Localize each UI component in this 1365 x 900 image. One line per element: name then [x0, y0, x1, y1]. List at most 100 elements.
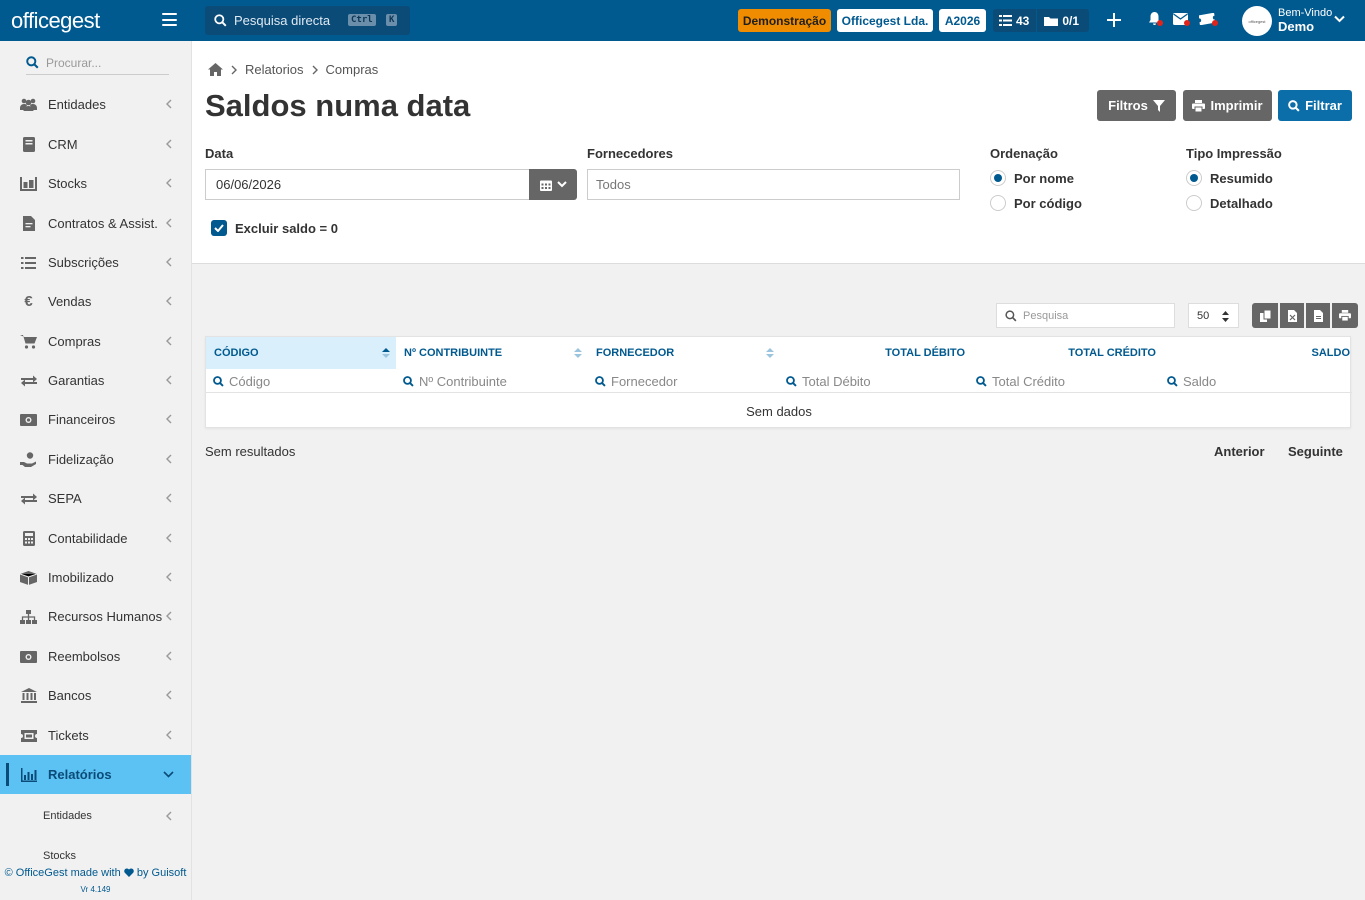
- chevron-down-icon[interactable]: [1334, 15, 1345, 23]
- avatar[interactable]: officegest: [1242, 6, 1272, 36]
- list-icon: [20, 255, 37, 271]
- company-badge[interactable]: Officegest Lda.: [837, 9, 933, 32]
- chevron-right-icon: [312, 65, 318, 74]
- heart-icon: [124, 868, 134, 877]
- sidebar-item-sepa[interactable]: SEPA: [0, 479, 191, 518]
- sidebar-item-financeiros[interactable]: Financeiros: [0, 400, 191, 439]
- sidebar-item-reembolsos[interactable]: Reembolsos: [0, 637, 191, 676]
- print-icon: [1339, 310, 1351, 321]
- sidebar-item-contratos-assist[interactable]: Contratos & Assist.: [0, 204, 191, 243]
- filter-total-credito[interactable]: Total Crédito: [976, 369, 1065, 393]
- exclude-zero-checkbox[interactable]: Excluir saldo = 0: [211, 220, 338, 236]
- exchange-icon: [20, 373, 37, 389]
- year-badge[interactable]: A2026: [939, 9, 986, 32]
- page-size-select[interactable]: 50: [1188, 303, 1239, 328]
- demo-badge[interactable]: Demonstração: [738, 9, 831, 32]
- filters-button[interactable]: Filtros: [1097, 90, 1176, 121]
- filter-button[interactable]: Filtrar: [1278, 90, 1352, 121]
- column-header-codigo[interactable]: CÓDIGO: [206, 337, 396, 369]
- table-search-input[interactable]: Pesquisa: [996, 303, 1175, 328]
- breadcrumb-item[interactable]: Relatorios: [245, 62, 304, 77]
- sort-updown-icon: [1222, 311, 1229, 322]
- add-icon[interactable]: [1107, 13, 1121, 27]
- sidebar-item-vendas[interactable]: € Vendas: [0, 282, 191, 321]
- sidebar-item-contabilidade[interactable]: Contabilidade: [0, 519, 191, 558]
- csv-button[interactable]: [1306, 303, 1330, 328]
- excel-button[interactable]: [1280, 303, 1304, 328]
- page-size-value: 50: [1197, 309, 1210, 322]
- chevron-left-icon: [166, 178, 172, 188]
- suppliers-label: Fornecedores: [587, 146, 673, 161]
- order-by-name-radio[interactable]: Por nome: [990, 170, 1074, 186]
- sidebar-item-fidelizacao[interactable]: Fidelização: [0, 440, 191, 479]
- filter-codigo[interactable]: Código: [213, 369, 270, 393]
- column-header-total-debito[interactable]: TOTAL DÉBITO: [780, 337, 971, 369]
- sidebar-item-crm[interactable]: CRM: [0, 125, 191, 164]
- search-icon: [1167, 375, 1178, 387]
- logo[interactable]: officegest: [0, 0, 191, 41]
- column-header-fornecedor[interactable]: FORNECEDOR: [588, 337, 780, 369]
- sidebar-item-stocks[interactable]: Stocks: [0, 164, 191, 203]
- print-icon: [1192, 99, 1206, 112]
- sidebar-item-label: Vendas: [48, 294, 92, 309]
- print-button[interactable]: Imprimir: [1183, 90, 1272, 121]
- date-picker-button[interactable]: [529, 169, 577, 200]
- filter-saldo[interactable]: Saldo: [1167, 369, 1216, 393]
- tasks-count: 43: [1016, 13, 1030, 28]
- filter-row: Código Nº Contribuinte Fornecedor Total …: [206, 369, 1352, 393]
- sidebar-subitem-entidades[interactable]: Entidades: [0, 801, 191, 831]
- search-icon: [214, 14, 227, 27]
- sidebar-item-imobilizado[interactable]: Imobilizado: [0, 558, 191, 597]
- messages-icon[interactable]: [1173, 12, 1191, 28]
- sidebar-item-label: Financeiros: [48, 412, 116, 427]
- table-print-button[interactable]: [1332, 303, 1358, 328]
- chevron-down-icon: [163, 771, 174, 778]
- print-type-summary-radio[interactable]: Resumido: [1186, 170, 1273, 186]
- home-icon[interactable]: [208, 63, 223, 76]
- org-chart-icon: [20, 609, 37, 625]
- sidebar-item-label: Stocks: [48, 176, 88, 191]
- filter-placeholder: Nº Contribuinte: [419, 373, 507, 389]
- sidebar-item-garantias[interactable]: Garantias: [0, 361, 191, 400]
- sidebar-item-label: Relatórios: [48, 767, 112, 782]
- sidebar-item-relatorios[interactable]: Relatórios: [0, 755, 191, 794]
- filter-placeholder: Código: [229, 373, 271, 389]
- order-by-code-radio[interactable]: Por código: [990, 195, 1082, 211]
- print-type-detailed-radio[interactable]: Detalhado: [1186, 195, 1273, 211]
- sidebar-item-label: Imobilizado: [48, 570, 114, 585]
- sidebar-search[interactable]: Procurar...: [26, 51, 169, 75]
- sidebar-item-recursos-humanos[interactable]: Recursos Humanos: [0, 597, 191, 636]
- sidebar-item-label: Compras: [48, 334, 101, 349]
- filter-placeholder: Total Crédito: [992, 373, 1065, 389]
- sidebar-item-tickets[interactable]: Tickets: [0, 716, 191, 755]
- sidebar-item-compras[interactable]: Compras: [0, 322, 191, 361]
- suppliers-select[interactable]: Todos: [587, 169, 960, 200]
- pagination-previous[interactable]: Anterior: [1214, 444, 1265, 459]
- sidebar-item-bancos[interactable]: Bancos: [0, 676, 191, 715]
- sidebar-footer: © OfficeGest made with by Guisoft Vr 4.1…: [0, 863, 191, 900]
- filter-fornecedor[interactable]: Fornecedor: [595, 369, 677, 393]
- pagination-next[interactable]: Seguinte: [1288, 444, 1343, 459]
- data-table: CÓDIGO Nº CONTRIBUINTE FORNECEDOR TOTAL …: [205, 336, 1352, 428]
- breadcrumb: Relatorios Compras: [208, 62, 378, 77]
- menu-toggle-icon[interactable]: [162, 13, 177, 26]
- filter-contribuinte[interactable]: Nº Contribuinte: [403, 369, 507, 393]
- tickets-icon[interactable]: [1198, 12, 1219, 28]
- column-header-contribuinte[interactable]: Nº CONTRIBUINTE: [396, 337, 588, 369]
- column-header-saldo[interactable]: SALDO: [1162, 337, 1352, 369]
- date-field[interactable]: 06/06/2026: [205, 169, 530, 200]
- column-header-total-credito[interactable]: TOTAL CRÉDITO: [971, 337, 1162, 369]
- copy-button[interactable]: [1252, 303, 1278, 328]
- sidebar-item-entidades[interactable]: Entidades: [0, 85, 191, 124]
- calculator-icon: [20, 531, 37, 547]
- breadcrumb-item[interactable]: Compras: [326, 62, 379, 77]
- tasks-badge[interactable]: 43 0/1: [993, 9, 1089, 32]
- chevron-left-icon: [166, 375, 172, 385]
- radio-dot: [1186, 170, 1202, 186]
- user-menu[interactable]: Bem-Vindo Demo: [1278, 7, 1332, 33]
- notifications-icon[interactable]: [1148, 12, 1164, 28]
- global-search[interactable]: Pesquisa directa Ctrl K: [205, 6, 410, 35]
- filter-total-debito[interactable]: Total Débito: [786, 369, 871, 393]
- order-label: Ordenação: [990, 146, 1058, 161]
- sidebar-item-subscricoes[interactable]: Subscrições: [0, 243, 191, 282]
